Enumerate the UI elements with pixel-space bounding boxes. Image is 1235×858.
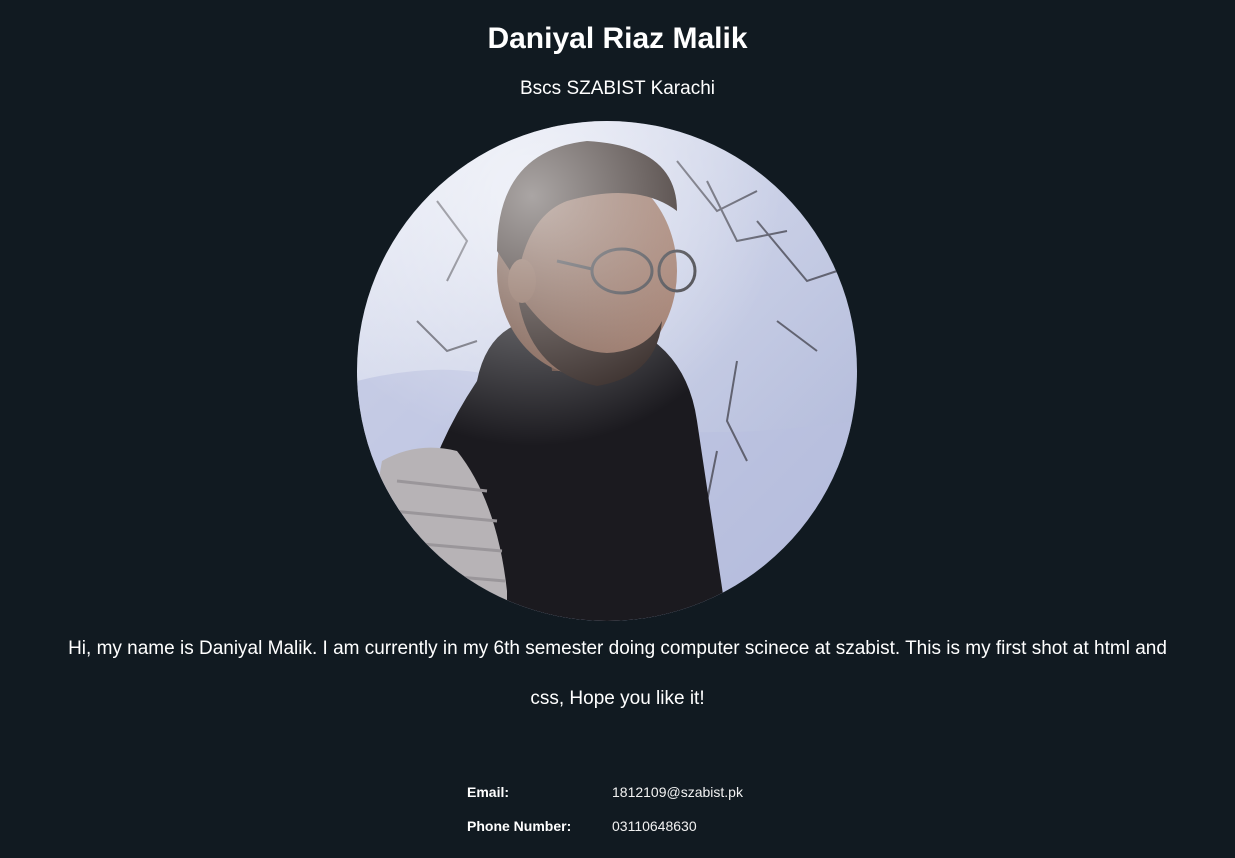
profile-subtitle: Bscs SZABIST Karachi: [520, 78, 715, 99]
phone-row: Phone Number: 03110648630: [467, 812, 743, 846]
phone-value: 03110648630: [612, 818, 697, 834]
email-label: Email:: [467, 784, 510, 800]
email-row: Email: 1812109@szabist.pk: [467, 778, 743, 812]
profile-photo: [357, 121, 857, 621]
profile-name: Daniyal Riaz Malik: [487, 22, 748, 55]
email-value: 1812109@szabist.pk: [612, 784, 743, 800]
phone-label: Phone Number:: [467, 818, 572, 834]
bio-text: Hi, my name is Daniyal Malik. I am curre…: [68, 638, 1167, 709]
contact-info: Email: 1812109@szabist.pk Phone Number: …: [467, 778, 743, 846]
